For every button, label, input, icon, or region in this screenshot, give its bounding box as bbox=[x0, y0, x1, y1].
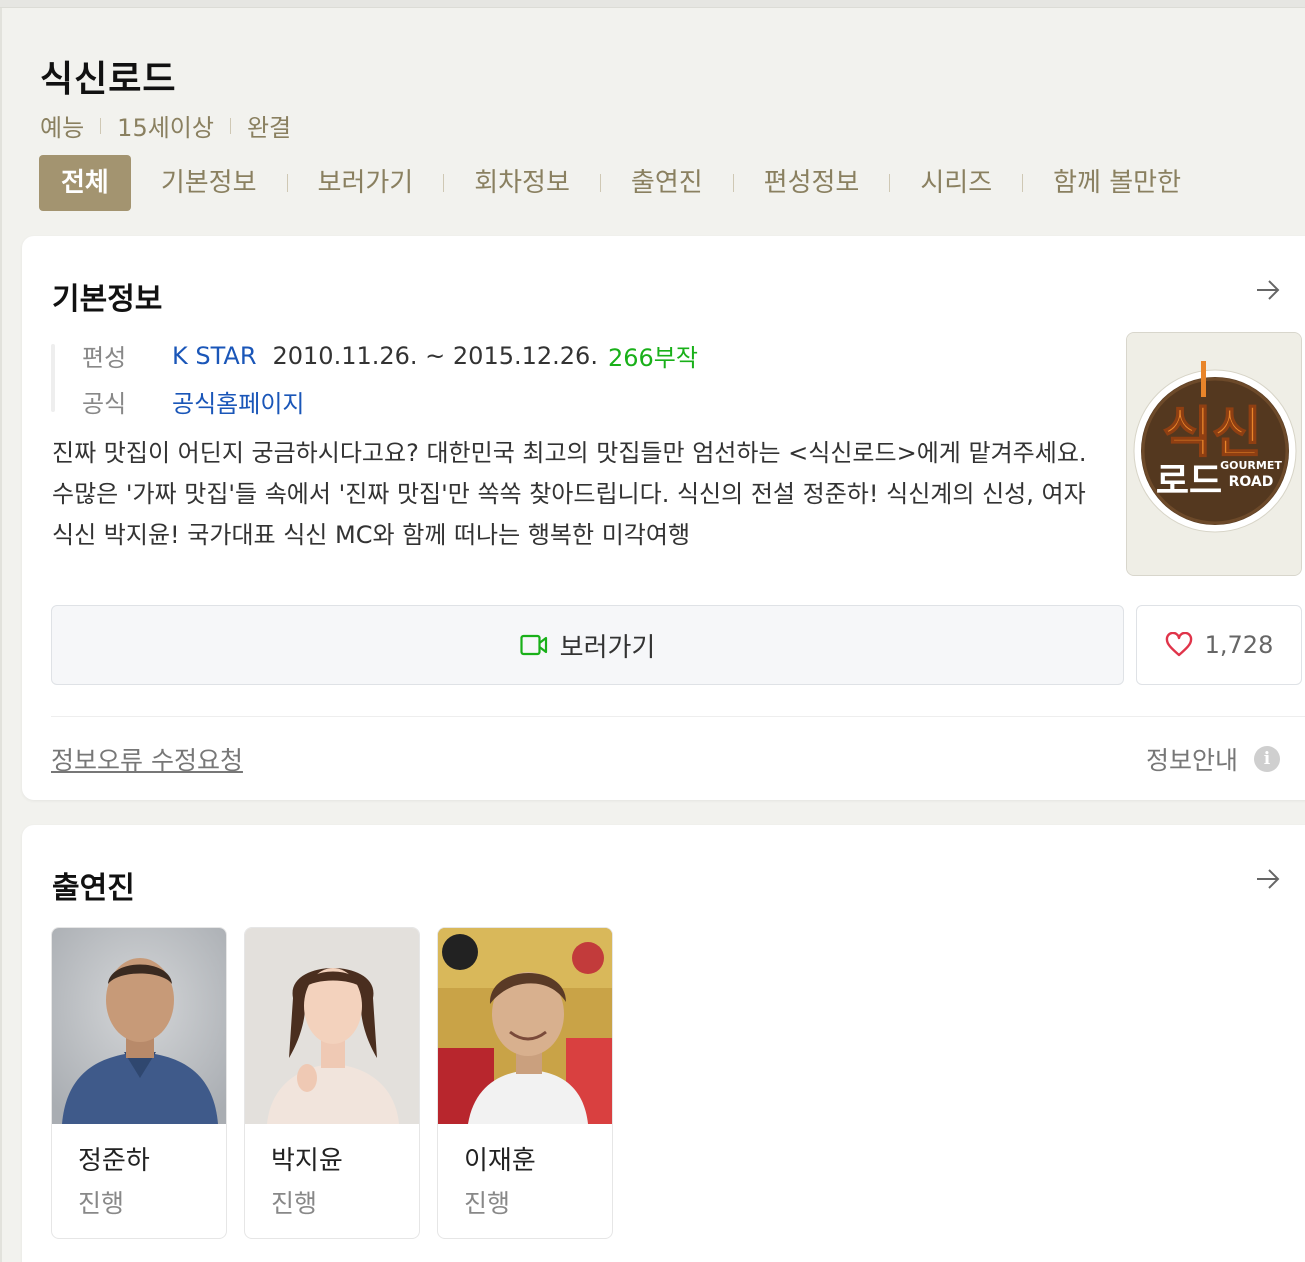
tab-divider bbox=[599, 174, 601, 192]
like-count: 1,728 bbox=[1204, 631, 1274, 659]
cast-name: 정준하 bbox=[78, 1146, 150, 1176]
tab-series[interactable]: 시리즈 bbox=[920, 155, 992, 211]
cast-photo bbox=[52, 928, 226, 1124]
tab-recommended[interactable]: 함께 볼만한 bbox=[1053, 155, 1181, 211]
report-error-link[interactable]: 정보오류 수정요청 bbox=[51, 741, 243, 777]
cast-role: 진행 bbox=[464, 1189, 511, 1218]
cast-photo bbox=[438, 928, 612, 1124]
info-accent-bar bbox=[51, 344, 55, 412]
video-icon bbox=[520, 634, 547, 656]
program-description: 진짜 맛집이 어딘지 궁금하시다고요? 대한민국 최고의 맛집들만 엄선하는 <… bbox=[52, 439, 1087, 549]
poster-sub2: ROAD bbox=[1229, 474, 1274, 490]
poster-sub1: GOURMET bbox=[1220, 459, 1282, 472]
heart-icon bbox=[1165, 632, 1192, 657]
tab-divider bbox=[1022, 174, 1024, 192]
cast-name: 이재훈 bbox=[464, 1146, 536, 1176]
program-meta: 예능 15세이상 완결 bbox=[40, 108, 291, 143]
tab-all[interactable]: 전체 bbox=[39, 155, 131, 211]
poster-logo: 식신 로드 GOURMET ROAD bbox=[1127, 333, 1301, 575]
watch-label: 보러가기 bbox=[559, 632, 656, 663]
arrow-right-icon[interactable] bbox=[1254, 276, 1282, 304]
cast-name: 박지윤 bbox=[271, 1146, 343, 1176]
info-icon: i bbox=[1254, 746, 1280, 772]
tab-watch[interactable]: 보러가기 bbox=[318, 155, 414, 211]
program-poster[interactable]: 식신 로드 GOURMET ROAD bbox=[1126, 332, 1302, 576]
tab-divider bbox=[732, 174, 734, 192]
broadcast-period: 2010.11.26. ~ 2015.12.26. bbox=[272, 341, 598, 370]
official-label: 공식 bbox=[82, 390, 127, 418]
top-border bbox=[0, 0, 1305, 8]
broadcast-label: 편성 bbox=[82, 344, 127, 372]
cast-title: 출연진 bbox=[52, 871, 135, 906]
card-divider bbox=[51, 716, 1305, 717]
tab-divider bbox=[286, 174, 288, 192]
tab-episodes[interactable]: 회차정보 bbox=[474, 155, 570, 211]
tab-basic-info[interactable]: 기본정보 bbox=[161, 155, 257, 211]
tab-divider bbox=[443, 174, 445, 192]
cast-role: 진행 bbox=[78, 1189, 125, 1218]
episode-count[interactable]: 266부작 bbox=[608, 338, 698, 373]
broadcast-row: 편성 K STAR 2010.11.26. ~ 2015.12.26. 266부… bbox=[82, 338, 698, 373]
official-homepage-link[interactable]: 공식홈페이지 bbox=[172, 384, 304, 419]
cast-member[interactable]: 박지윤 진행 bbox=[244, 927, 420, 1239]
cast-card: 출연진 정준하 진행 박지윤 진행 이재훈 진행 bbox=[22, 825, 1305, 1262]
like-button[interactable]: 1,728 bbox=[1136, 605, 1302, 685]
official-row: 공식 공식홈페이지 bbox=[82, 384, 304, 419]
info-guide-label: 정보안내 bbox=[1145, 746, 1238, 775]
channel-link[interactable]: K STAR bbox=[172, 342, 257, 370]
cast-photo bbox=[245, 928, 419, 1124]
status-label: 완결 bbox=[246, 114, 292, 142]
tab-cast[interactable]: 출연진 bbox=[631, 155, 703, 211]
meta-divider bbox=[229, 117, 231, 134]
meta-divider bbox=[100, 117, 102, 134]
basic-info-title: 기본정보 bbox=[52, 282, 163, 317]
cast-role: 진행 bbox=[271, 1189, 318, 1218]
cast-member[interactable]: 정준하 진행 bbox=[51, 927, 227, 1239]
genre-label: 예능 bbox=[40, 114, 85, 142]
rating-label: 15세이상 bbox=[117, 114, 214, 142]
basic-info-card: 기본정보 편성 K STAR 2010.11.26. ~ 2015.12.26.… bbox=[22, 236, 1305, 800]
poster-line2: 로드 bbox=[1156, 461, 1222, 502]
watch-button[interactable]: 보러가기 bbox=[51, 605, 1124, 685]
program-title: 식신로드 bbox=[40, 59, 177, 100]
tab-bar: 전체 기본정보 보러가기 회차정보 출연진 편성정보 시리즈 함께 볼만한 bbox=[39, 155, 1181, 211]
left-border bbox=[0, 8, 2, 1262]
arrow-right-icon[interactable] bbox=[1254, 865, 1282, 893]
cast-member[interactable]: 이재훈 진행 bbox=[437, 927, 613, 1239]
tab-divider bbox=[889, 174, 891, 192]
poster-line1: 식신 bbox=[1162, 401, 1261, 464]
info-guide[interactable]: 정보안내 i bbox=[1146, 741, 1280, 777]
tab-schedule[interactable]: 편성정보 bbox=[764, 155, 860, 211]
